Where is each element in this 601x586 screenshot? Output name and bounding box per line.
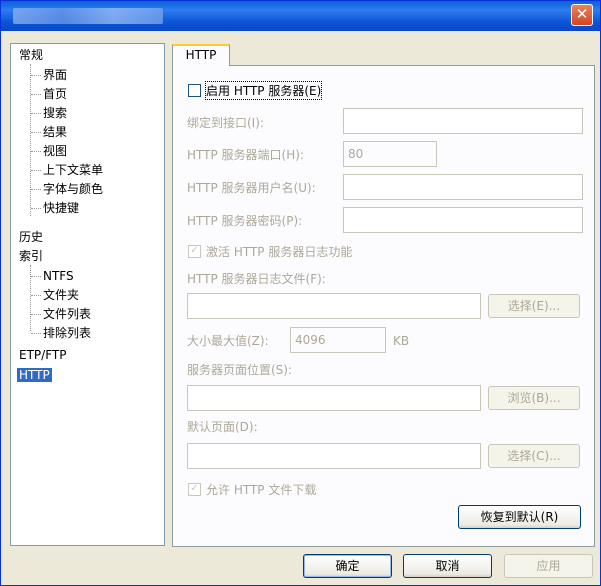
tree-item-label: NTFS [43,269,74,283]
tree-connector [31,295,41,296]
http-settings-panel: 启用 HTTP 服务器(E) 绑定到接口(I): HTTP 服务器端口(H): … [172,65,595,547]
tree-item-home[interactable]: 首页 [43,85,67,103]
tree-item-label: HTTP [17,368,52,382]
options-dialog: ✕ 常规 界面 首页 搜索 结果 视图 上下文菜单 字体与颜色 快捷键 历史 索… [0,0,601,586]
tree-item-results[interactable]: 结果 [43,123,67,141]
max-size-field[interactable]: 4096 [290,327,386,353]
tree-item-label: 文件列表 [43,307,92,321]
tree-item-folders[interactable]: 文件夹 [43,286,79,304]
tree-item-label: 索引 [19,249,44,263]
tree-item-label: 界面 [43,68,68,82]
enable-http-checkbox[interactable] [188,84,201,97]
tree-item-label: 结果 [43,125,68,139]
window-title [13,8,163,24]
tree-connector [31,333,41,334]
pages-browse-button[interactable]: 浏览(B)... [488,386,580,410]
ok-button[interactable]: 确定 [303,554,392,578]
max-size-label: 大小最大值(Z): [187,334,269,348]
tree-item-label: 文件夹 [43,288,80,302]
tree-item-label: 首页 [43,87,68,101]
tree-connector [31,94,41,95]
log-file-field[interactable] [187,293,481,319]
tree-item-etp-ftp[interactable]: ETP/FTP [19,346,66,364]
apply-button[interactable]: 应用 [504,554,593,578]
tree-item-interface[interactable]: 界面 [43,66,67,84]
password-label: HTTP 服务器密码(P): [187,214,303,228]
tree-item-context-menu[interactable]: 上下文菜单 [43,161,103,179]
close-icon: ✕ [575,5,589,23]
tree-item-history[interactable]: 历史 [19,228,43,246]
tree-item-search[interactable]: 搜索 [43,104,67,122]
tree-connector [31,208,41,209]
tree-item-file-lists[interactable]: 文件列表 [43,305,91,323]
tree-item-label: 历史 [19,230,44,244]
tab-label: HTTP [185,48,217,62]
restore-defaults-button[interactable]: 恢复到默认(R) [458,505,581,529]
tree-item-view[interactable]: 视图 [43,142,67,160]
close-button[interactable]: ✕ [571,4,593,26]
allow-download-label: 允许 HTTP 文件下载 [206,483,317,497]
tree-connector [31,170,41,171]
max-size-unit: KB [393,334,410,348]
tree-connector [31,314,41,315]
log-file-label: HTTP 服务器日志文件(F): [187,272,326,286]
settings-tree[interactable]: 常规 界面 首页 搜索 结果 视图 上下文菜单 字体与颜色 快捷键 历史 索引 … [10,43,165,546]
tree-item-fonts-colors[interactable]: 字体与颜色 [43,180,103,198]
tree-item-general[interactable]: 常规 [19,46,43,64]
pages-location-field[interactable] [187,385,481,411]
tree-connector-general [30,64,31,216]
log-file-browse-button[interactable]: 选择(E)... [488,294,580,318]
bind-interface-field[interactable] [343,108,583,134]
tree-item-label: 常规 [19,48,44,62]
pages-location-label: 服务器页面位置(S): [187,363,293,377]
tree-item-shortcuts[interactable]: 快捷键 [43,199,79,217]
port-field[interactable]: 80 [343,141,437,167]
tree-item-label: 字体与颜色 [43,182,104,196]
tree-item-label: 搜索 [43,106,68,120]
default-page-label: 默认页面(D): [187,420,258,434]
enable-log-checkbox[interactable]: ✓ [188,245,201,258]
allow-download-checkbox[interactable]: ✓ [188,483,201,496]
tree-connector [31,276,41,277]
default-page-browse-button[interactable]: 选择(C)... [488,444,580,468]
tree-connector [31,75,41,76]
enable-http-label[interactable]: 启用 HTTP 服务器(E) [204,81,323,100]
tree-connector [31,151,41,152]
tree-item-label: 快捷键 [43,201,80,215]
tree-item-label: 上下文菜单 [43,163,104,177]
tree-connector [31,113,41,114]
tab-http[interactable]: HTTP [172,44,230,66]
tree-item-index[interactable]: 索引 [19,247,43,265]
tree-item-label: ETP/FTP [19,348,67,362]
password-field[interactable] [343,207,583,233]
username-field[interactable] [343,174,583,200]
cancel-button[interactable]: 取消 [403,554,492,578]
tree-item-http[interactable]: HTTP [17,366,52,384]
tree-item-ntfs[interactable]: NTFS [43,267,74,285]
username-label: HTTP 服务器用户名(U): [187,181,316,195]
tree-item-label: 视图 [43,144,68,158]
tree-connector [31,132,41,133]
tree-item-exclude-lists[interactable]: 排除列表 [43,324,91,342]
tree-connector [31,189,41,190]
tree-item-label: 排除列表 [43,326,92,340]
bind-interface-label: 绑定到接口(I): [187,116,264,130]
title-bar[interactable]: ✕ [1,1,600,31]
port-label: HTTP 服务器端口(H): [187,148,304,162]
default-page-field[interactable] [187,443,481,469]
enable-log-label: 激活 HTTP 服务器日志功能 [206,245,353,259]
tree-connector-index [30,265,31,331]
